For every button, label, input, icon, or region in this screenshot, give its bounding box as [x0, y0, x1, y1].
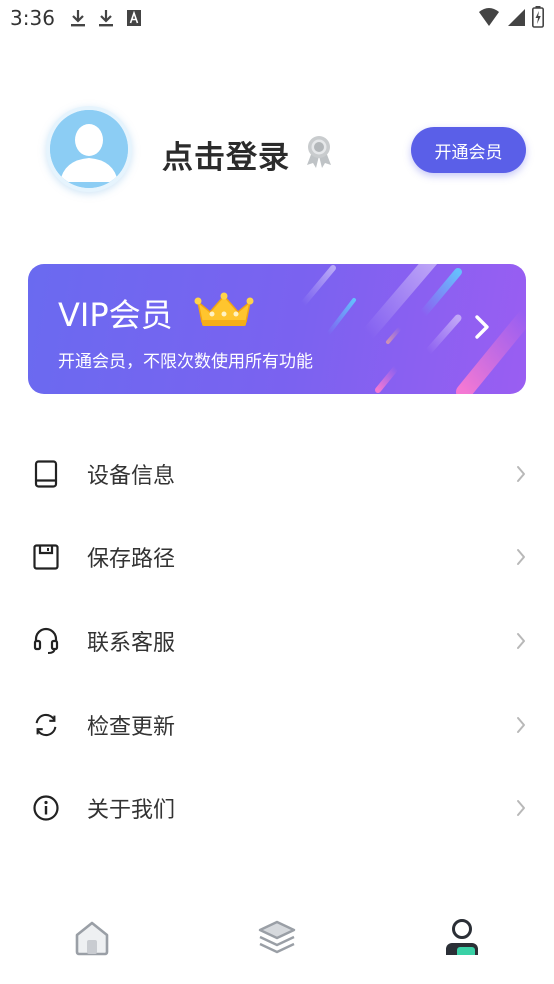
login-prompt[interactable]: 点击登录: [162, 132, 290, 177]
menu-item-label: 保存路径: [87, 547, 176, 573]
menu-item-label: 关于我们: [87, 798, 176, 824]
menu-item-about-us[interactable]: 关于我们: [0, 766, 554, 850]
layers-icon: [258, 920, 296, 954]
menu-item-check-update[interactable]: 检查更新: [0, 683, 554, 767]
vip-membership-card[interactable]: VIP会员 开通会员，不限次数使用所有功能: [28, 264, 526, 394]
wifi-icon: [479, 8, 499, 26]
download-icon: [71, 10, 85, 27]
chevron-right-icon: [517, 800, 525, 817]
menu-item-device-info[interactable]: 设备信息: [0, 432, 554, 516]
save-icon: [32, 543, 60, 571]
menu-item-label: 联系客服: [87, 630, 176, 656]
system-icons: [478, 6, 544, 28]
info-icon: [32, 794, 60, 822]
nav-home[interactable]: [70, 916, 114, 960]
menu-item-save-path[interactable]: 保存路径: [0, 516, 554, 600]
medal-icon: [307, 136, 331, 168]
font-a-icon: [127, 10, 141, 26]
settings-menu: 设备信息 保存路径 联系客服 检查更新 关于我们: [0, 432, 554, 850]
nav-profile[interactable]: [440, 916, 484, 960]
vip-card-title: VIP会员: [58, 296, 173, 334]
chevron-right-icon: [517, 716, 525, 733]
download-icon: [99, 10, 113, 27]
menu-item-label: 检查更新: [87, 714, 176, 740]
profile-icon: [446, 919, 478, 955]
bottom-navigation: [0, 900, 554, 984]
menu-item-label: 设备信息: [87, 463, 176, 489]
profile-header: 点击登录 开通会员: [46, 106, 526, 196]
phone-icon: [32, 460, 60, 488]
battery-icon: [532, 6, 544, 28]
notification-icons: [70, 8, 142, 28]
crown-icon: [194, 292, 254, 326]
headset-icon: [32, 627, 60, 655]
refresh-icon: [32, 711, 60, 739]
chevron-right-icon: [517, 549, 525, 566]
open-vip-button[interactable]: 开通会员: [411, 127, 526, 173]
status-bar: 3:36: [0, 0, 554, 38]
chevron-right-icon: [475, 315, 489, 339]
signal-icon: [508, 9, 525, 26]
menu-item-contact-support[interactable]: 联系客服: [0, 599, 554, 683]
chevron-right-icon: [517, 632, 525, 649]
chevron-right-icon: [517, 465, 525, 482]
vip-card-subtitle: 开通会员，不限次数使用所有功能: [58, 352, 313, 372]
status-time: 3:36: [10, 6, 55, 30]
default-avatar-icon: [50, 110, 128, 188]
home-icon: [75, 921, 109, 956]
avatar[interactable]: [46, 106, 132, 192]
nav-layers[interactable]: [255, 916, 299, 960]
